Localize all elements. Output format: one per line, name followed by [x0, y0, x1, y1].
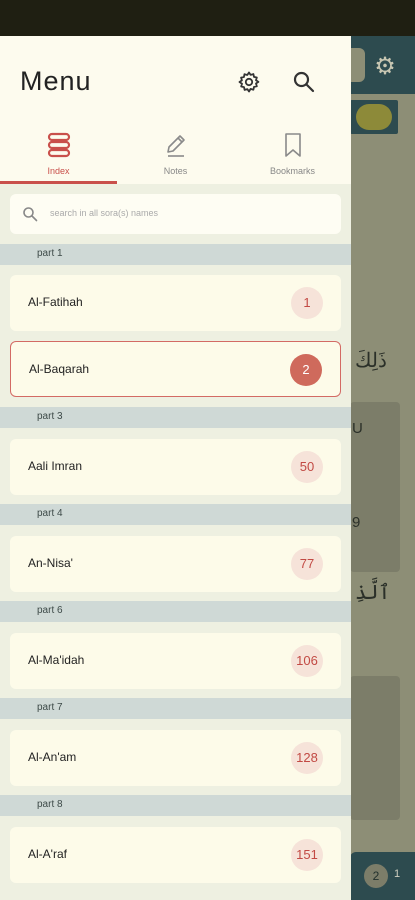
sura-name: Al-Baqarah [29, 362, 90, 376]
sura-item-an-nisa[interactable]: An-Nisa' 77 [10, 536, 341, 592]
sura-number-badge: 151 [291, 839, 323, 871]
sura-item-aali-imran[interactable]: Aali Imran 50 [10, 439, 341, 495]
background-bottom-bar: 2 1 [350, 852, 415, 900]
sura-name: Aali Imran [28, 459, 83, 473]
stack-icon [47, 132, 71, 158]
part-header: part 1 [0, 244, 351, 265]
background-card [350, 676, 400, 820]
sura-number-badge: 1 [291, 287, 323, 319]
menu-title: Menu [20, 66, 92, 96]
sura-name: Al-An'am [28, 750, 77, 764]
sura-name: Al-Fatihah [28, 295, 83, 309]
sura-number-badge: 2 [290, 354, 322, 386]
status-bar [0, 0, 415, 36]
sura-item-al-anam[interactable]: Al-An'am 128 [10, 730, 341, 786]
sura-number-badge: 50 [291, 451, 323, 483]
tab-index[interactable]: Index [0, 124, 117, 184]
sura-number-badge: 106 [291, 645, 323, 677]
background-page-badge: 2 [364, 864, 388, 888]
part-label: part 3 [37, 411, 63, 422]
tab-bookmarks-label: Bookmarks [269, 166, 315, 176]
background-arabic-text: ٱلَّذِ [355, 580, 391, 604]
drawer-header: Menu Index Notes Bookmarks [0, 36, 351, 184]
tab-bookmarks[interactable]: Bookmarks [234, 124, 351, 184]
tab-notes-label: Notes [163, 166, 188, 176]
tab-notes[interactable]: Notes [117, 124, 234, 184]
navigation-drawer: Menu Index Notes Bookmarks search in all… [0, 36, 351, 900]
sura-number-badge: 128 [291, 742, 323, 774]
sura-name: An-Nisa' [28, 556, 73, 570]
sura-item-al-baqarah[interactable]: Al-Baqarah 2 [10, 341, 341, 397]
pencil-icon [164, 132, 188, 158]
sura-item-al-araf[interactable]: Al-A'raf 151 [10, 827, 341, 883]
sura-item-al-maidah[interactable]: Al-Ma'idah 106 [10, 633, 341, 689]
drawer-tabs: Index Notes Bookmarks [0, 124, 351, 184]
search-icon[interactable] [292, 70, 316, 94]
sura-name: Al-Ma'idah [28, 653, 85, 667]
bookmark-icon [281, 132, 305, 158]
part-header: part 4 [0, 504, 351, 525]
sura-number-badge: 77 [291, 548, 323, 580]
part-label: part 6 [37, 605, 63, 616]
background-arabic-text: ذَلِكَ [355, 348, 387, 372]
background-gear-icon: ⚙ [374, 53, 396, 80]
sura-name: Al-A'raf [28, 847, 67, 861]
part-label: part 7 [37, 702, 63, 713]
part-label: part 4 [37, 508, 63, 519]
part-header: part 6 [0, 601, 351, 622]
search-placeholder: search in all sora(s) names [50, 208, 159, 218]
background-page-text: 1 [394, 868, 401, 880]
part-label: part 1 [37, 248, 63, 259]
search-field-icon [23, 207, 38, 222]
part-header: part 7 [0, 698, 351, 719]
background-text: U [352, 420, 363, 437]
background-ornament [350, 100, 398, 134]
sura-index-list[interactable]: search in all sora(s) names part 1 Al-Fa… [0, 184, 351, 900]
tab-index-label: Index [47, 166, 70, 176]
part-header: part 3 [0, 407, 351, 428]
background-text: 9 [352, 514, 361, 531]
gear-icon[interactable] [237, 70, 261, 94]
part-label: part 8 [37, 799, 63, 810]
sura-item-al-fatihah[interactable]: Al-Fatihah 1 [10, 275, 341, 331]
search-input[interactable]: search in all sora(s) names [10, 194, 341, 234]
part-header: part 8 [0, 795, 351, 816]
